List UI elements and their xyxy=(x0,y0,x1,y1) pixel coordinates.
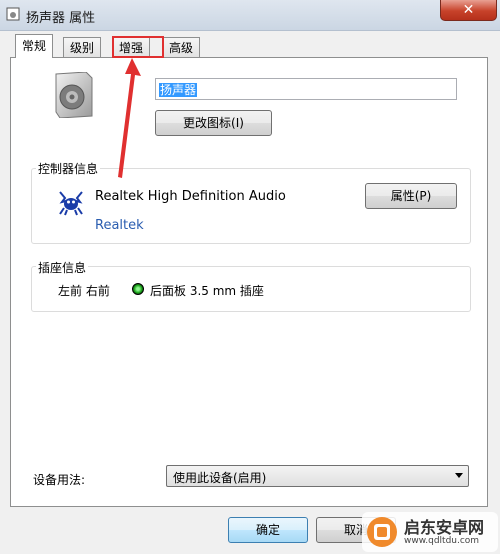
annotation-arrow-icon xyxy=(118,58,141,178)
speaker-device-icon xyxy=(55,72,93,118)
speaker-app-icon xyxy=(6,7,20,21)
ok-button[interactable]: 确定 xyxy=(228,517,308,543)
tab-levels[interactable]: 级别 xyxy=(63,37,102,57)
tab-general[interactable]: 常规 xyxy=(15,34,54,58)
jack-info-title: 插座信息 xyxy=(36,259,89,276)
change-icon-button[interactable]: 更改图标(I) xyxy=(155,110,272,136)
device-usage-label: 设备用法: xyxy=(33,473,86,487)
device-usage-value: 使用此设备(启用) xyxy=(173,471,267,485)
window-title: 扬声器 属性 xyxy=(26,11,96,26)
watermark-url: www.qdltdu.com xyxy=(404,536,480,546)
close-button[interactable]: ✕ xyxy=(440,0,497,21)
chevron-down-icon xyxy=(455,473,463,478)
controller-info-title: 控制器信息 xyxy=(36,160,101,177)
controller-vendor: Realtek xyxy=(95,218,144,233)
jack-description: 后面板 3.5 mm 插座 xyxy=(150,284,264,298)
tab-advanced[interactable]: 高级 xyxy=(162,37,201,57)
controller-name: Realtek High Definition Audio xyxy=(95,189,286,204)
watermark-text: 启东安卓网 xyxy=(404,518,485,537)
controller-properties-button[interactable]: 属性(P) xyxy=(365,183,457,209)
device-name-value: 扬声器 xyxy=(159,83,198,97)
jack-channels: 左前 右前 xyxy=(58,284,110,298)
realtek-crab-icon xyxy=(59,191,83,216)
device-usage-select[interactable]: 使用此设备(启用) xyxy=(166,465,469,487)
device-name-input[interactable]: 扬声器 xyxy=(155,78,457,100)
jack-status-icon xyxy=(132,283,144,295)
